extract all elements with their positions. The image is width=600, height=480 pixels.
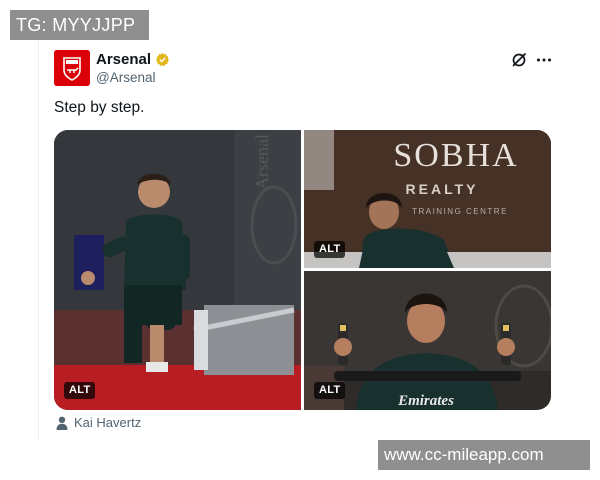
person-tag-icon [56,416,68,430]
tagged-user-row[interactable]: Kai Havertz [56,415,141,430]
banner-small-text: TRAINING CENTRE [412,207,508,216]
more-options-icon[interactable] [535,51,553,69]
author-name-row: Arsenal [96,51,170,68]
alt-badge-2[interactable]: ALT [314,241,346,258]
training-photo-left: Arsenal [54,130,301,410]
media-image-1[interactable]: Arsenal [54,130,301,410]
media-grid: Arsenal ALT SOBHA REALTY TRAINING CENTRE… [54,130,551,410]
alt-badge-3[interactable]: ALT [314,382,346,399]
arsenal-crest-icon [54,50,90,86]
author-display-name[interactable]: Arsenal [96,51,151,68]
alt-badge-1[interactable]: ALT [64,382,96,399]
shirt-sponsor-text: Emirates [397,393,454,409]
grok-icon[interactable] [510,51,528,69]
banner-sub-text: REALTY [406,181,479,197]
author-handle[interactable]: @Arsenal [96,70,155,85]
tweet-text: Step by step. [54,99,145,116]
watermark-top: TG: MYYJJPP [10,10,149,40]
wall-text: Arsenal [252,134,272,190]
watermark-bottom: www.cc-mileapp.com [378,440,590,470]
banner-main-text: SOBHA [393,137,518,174]
arsenal-avatar[interactable] [54,50,90,86]
verified-badge-icon [156,53,170,67]
tagged-user-name[interactable]: Kai Havertz [74,415,141,430]
